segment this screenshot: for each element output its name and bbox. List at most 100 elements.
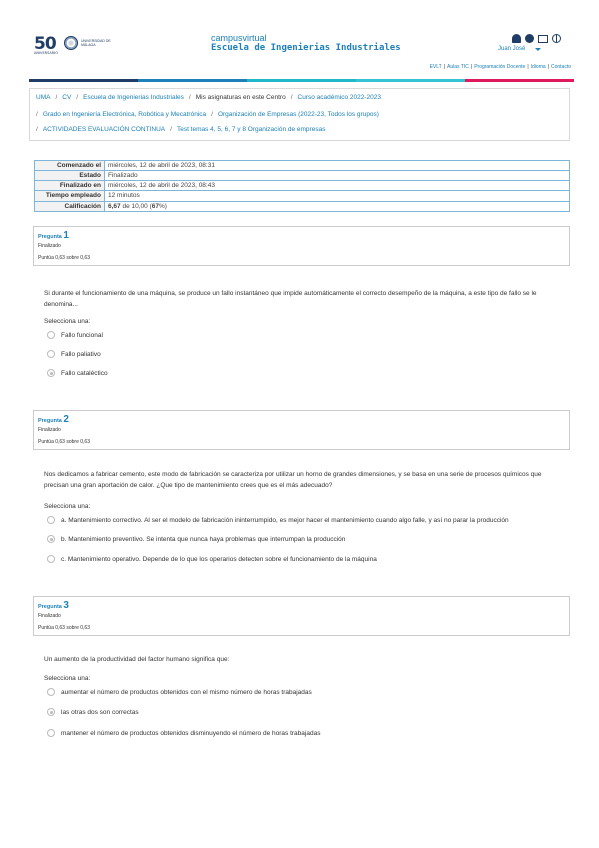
option-label: Fallo paliativo [61, 350, 101, 358]
answer-option[interactable]: Fallo cataléctico [47, 369, 108, 377]
question-state: Finalizado [38, 613, 61, 619]
color-bar-segment [29, 79, 138, 82]
color-bar-segment [138, 79, 247, 82]
summary-row: Estado Finalizado [34, 170, 570, 181]
answer-option[interactable]: aumentar el número de productos obtenido… [47, 688, 312, 696]
summary-key: Finalizado en [34, 180, 105, 191]
crumb-school[interactable]: Escuela de Ingenierias Industriales [83, 94, 184, 101]
answer-option[interactable]: Fallo funcional [47, 331, 103, 339]
logo-subtext: ANIVERSARIO [34, 51, 58, 55]
top-links: EVLT | Aulas TIC | Programación Docente | Idio… [429, 64, 571, 70]
crumb-degree[interactable]: Grado en Ingeniería Electrónica, Robótic… [43, 111, 206, 118]
link-programacion-docente[interactable]: Programación Docente [474, 64, 525, 70]
summary-value: miércoles, 12 de abril de 2023, 08:43 [104, 180, 570, 191]
user-menu-name[interactable]: Juan José [498, 46, 525, 52]
question-3-text: Un aumento de la productividad del facto… [44, 656, 230, 663]
question-number: Pregunta 3 [38, 600, 565, 611]
summary-grade: 6,67 de 10,00 (67%) [104, 201, 570, 212]
breadcrumb-line-2: / Grado en Ingeniería Electrónica, Robóti… [36, 111, 379, 118]
crumb-test[interactable]: Test temas 4, 5, 6, 7 y 8 Organización d… [177, 126, 326, 133]
globe-icon[interactable] [552, 34, 561, 43]
option-label: a. Mantenimiento correctivo. Al ser el m… [61, 516, 509, 524]
notifications-bell-icon[interactable] [512, 34, 521, 43]
question-num: 1 [63, 230, 69, 241]
question-2-info: Pregunta 2 Finalizado Puntúa 0,63 sobre … [33, 410, 570, 450]
summary-row: Comenzado el miércoles, 12 de abril de 2… [34, 160, 570, 171]
chevron-down-icon[interactable] [535, 48, 541, 51]
summary-key: Tiempo empleado [34, 190, 105, 202]
question-number: Pregunta 1 [38, 230, 565, 241]
question-number: Pregunta 2 [38, 414, 565, 425]
question-label: Pregunta [38, 604, 62, 610]
question-num: 2 [63, 414, 69, 425]
color-bar-segment [247, 79, 356, 82]
messages-chat-icon[interactable] [525, 34, 534, 43]
answer-option[interactable]: c. Mantenimiento operativo. Depende de l… [47, 555, 377, 563]
link-contacto[interactable]: Contacto [551, 64, 571, 70]
question-3-prompt: Selecciona una: [44, 675, 91, 682]
summary-key: Estado [34, 170, 105, 181]
radio-button[interactable] [47, 331, 55, 339]
question-label: Pregunta [38, 418, 62, 424]
radio-button[interactable] [47, 729, 55, 737]
site-title[interactable]: Escuela de Ingenierias Industriales [211, 43, 401, 53]
question-state: Finalizado [38, 243, 61, 249]
university-seal-icon [64, 36, 78, 50]
question-1-info: Pregunta 1 Finalizado Puntúa 0,63 sobre … [33, 226, 570, 266]
crumb-my-subjects[interactable]: Mis asignaturas en este Centro [196, 94, 286, 101]
answer-option[interactable]: las otras dos son correctas [47, 708, 139, 716]
question-state: Finalizado [38, 427, 61, 433]
answer-option[interactable]: b. Mantenimiento preventivo. Se intenta … [47, 535, 345, 543]
mail-icon[interactable] [538, 34, 548, 43]
site-subtitle[interactable]: campusvirtual [211, 33, 267, 43]
question-2-prompt: Selecciona una: [44, 503, 91, 510]
grade-value: 6,67 [108, 203, 121, 210]
color-bar-segment [356, 79, 465, 82]
question-mark: Puntúa 0,63 sobre 0,63 [38, 255, 90, 261]
crumb-uma[interactable]: UMA [36, 94, 50, 101]
question-3-info: Pregunta 3 Finalizado Puntúa 0,63 sobre … [33, 596, 570, 636]
option-label: Fallo cataléctico [61, 369, 108, 377]
summary-row: Tiempo empleado 12 minutos [34, 190, 570, 202]
answer-option[interactable]: Fallo paliativo [47, 350, 101, 358]
radio-button[interactable] [47, 555, 55, 563]
radio-button-selected[interactable] [47, 708, 55, 716]
option-label: las otras dos son correctas [61, 708, 139, 716]
university-name: UNIVERSIDAD DE MÁLAGA [81, 39, 111, 47]
question-label: Pregunta [38, 234, 62, 240]
summary-value: Finalizado [104, 170, 570, 181]
crumb-course[interactable]: Organización de Empresas (2022-23, Todos… [218, 111, 379, 118]
link-idioma[interactable]: Idioma [531, 64, 546, 70]
link-aulas-tic[interactable]: Aulas TIC [447, 64, 469, 70]
crumb-academic-year[interactable]: Curso académico 2022-2023 [298, 94, 381, 101]
breadcrumb-line-3: / ACTIVIDADES EVALUACIÓN CONTINUA / Test te… [36, 126, 326, 133]
radio-button[interactable] [47, 516, 55, 524]
question-num: 3 [63, 600, 69, 611]
grade-percent: 67 [151, 203, 159, 210]
radio-button-selected[interactable] [47, 535, 55, 543]
header-color-bar [29, 79, 574, 82]
option-label: c. Mantenimiento operativo. Depende de l… [61, 555, 377, 563]
crumb-cv[interactable]: CV [62, 94, 71, 101]
attempt-summary-table: Comenzado el miércoles, 12 de abril de 2… [34, 160, 570, 212]
summary-value: miércoles, 12 de abril de 2023, 08:31 [104, 160, 570, 171]
radio-button-selected[interactable] [47, 369, 55, 377]
color-bar-segment [465, 79, 574, 82]
summary-key: Calificación [34, 201, 105, 212]
radio-button[interactable] [47, 688, 55, 696]
breadcrumb-line-1: UMA / CV / Escuela de Ingenierias Industrial… [36, 94, 381, 101]
anniversary-logo[interactable]: 50 ANIVERSARIO [34, 34, 58, 55]
top-icons [512, 34, 561, 43]
answer-option[interactable]: mantener el número de productos obtenido… [47, 729, 320, 737]
summary-key: Comenzado el [34, 160, 105, 171]
question-2-text: Nos dedicamos a fabricar cemento, este m… [44, 471, 542, 489]
grade-end: %) [158, 203, 167, 210]
radio-button[interactable] [47, 350, 55, 358]
summary-row: Finalizado en miércoles, 12 de abril de … [34, 180, 570, 191]
link-evlt[interactable]: EVLT [430, 64, 442, 70]
answer-option[interactable]: a. Mantenimiento correctivo. Al ser el m… [47, 516, 509, 524]
crumb-activities[interactable]: ACTIVIDADES EVALUACIÓN CONTINUA [43, 126, 165, 133]
option-label: mantener el número de productos obtenido… [61, 729, 321, 737]
option-label: b. Mantenimiento preventivo. Se intenta … [61, 535, 346, 543]
question-1-prompt: Selecciona una: [44, 318, 91, 325]
